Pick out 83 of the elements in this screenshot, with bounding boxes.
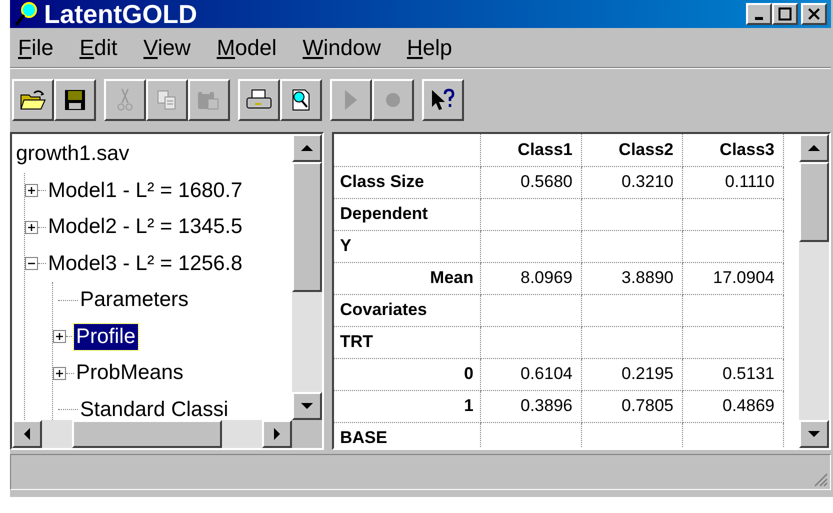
- printer-icon: [246, 88, 272, 110]
- down-arrow-icon: [808, 431, 820, 437]
- menu-item[interactable]: View: [143, 31, 191, 64]
- down-arrow-icon: [301, 403, 313, 409]
- row-header: Class Size: [334, 166, 480, 198]
- tree-item[interactable]: Model3 - L² = 1256.8: [46, 250, 244, 277]
- close-icon: [807, 7, 821, 21]
- row-header: 0: [334, 358, 480, 390]
- toolbar-button[interactable]: [54, 78, 96, 120]
- up-arrow-icon: [808, 145, 820, 151]
- row-header: Dependent: [334, 198, 480, 230]
- scroll-down-button[interactable]: [292, 392, 322, 420]
- vertical-scrollbar[interactable]: [292, 134, 322, 420]
- row-header: Covariates: [334, 294, 480, 326]
- toolbar-button[interactable]: [12, 78, 54, 120]
- help-pointer-icon: [430, 88, 456, 112]
- table-cell: 8.0969: [480, 262, 581, 294]
- copy-icon: [156, 88, 178, 110]
- toolbar-button[interactable]: [280, 78, 322, 120]
- tree-item[interactable]: Parameters: [78, 287, 191, 314]
- column-header: Class1: [480, 134, 581, 166]
- scroll-up-button[interactable]: [799, 134, 829, 162]
- table-cell: 17.0904: [682, 262, 783, 294]
- row-header: 1: [334, 390, 480, 422]
- expand-toggle-icon[interactable]: [53, 366, 66, 380]
- expand-toggle-icon[interactable]: [25, 184, 38, 198]
- toolbar-button[interactable]: [238, 78, 280, 120]
- horizontal-scrollbar[interactable]: [12, 420, 322, 448]
- row-header: Mean: [334, 262, 480, 294]
- toolbar-button[interactable]: [422, 78, 464, 120]
- table-cell: 0.3210: [581, 166, 682, 198]
- table-cell: 0.6104: [480, 358, 581, 390]
- tree-item[interactable]: Model2 - L² = 1345.5: [46, 214, 244, 240]
- scrollbar-corner: [292, 420, 322, 448]
- table-cell: 0.5131: [682, 358, 783, 390]
- table-cell: 0.4869: [682, 390, 783, 422]
- up-arrow-icon: [301, 145, 313, 151]
- scroll-right-button[interactable]: [262, 420, 292, 448]
- table-cell: 0.5680: [480, 166, 581, 198]
- menu-item[interactable]: File: [18, 31, 54, 64]
- menu-item[interactable]: Window: [302, 31, 381, 64]
- tree-item[interactable]: Model1 - L² = 1680.7: [46, 178, 244, 204]
- table-cell: 3.8890: [581, 262, 682, 294]
- left-arrow-icon: [24, 428, 30, 440]
- maximize-icon: [778, 7, 792, 21]
- folder-icon: [20, 88, 46, 110]
- row-header: BASE: [334, 422, 480, 448]
- scroll-left-button[interactable]: [12, 420, 42, 448]
- scroll-thumb[interactable]: [799, 162, 829, 242]
- scissors-icon: [117, 88, 133, 112]
- expand-toggle-icon[interactable]: [25, 220, 38, 234]
- scroll-up-button[interactable]: [292, 134, 322, 162]
- close-button[interactable]: [801, 3, 827, 25]
- column-header: Class2: [581, 134, 682, 166]
- menu-item[interactable]: Edit: [79, 31, 118, 64]
- tree-item[interactable]: ProbMeans: [74, 360, 186, 386]
- row-header: TRT: [334, 326, 480, 358]
- magnifier-icon: [14, 1, 40, 27]
- collapse-toggle-icon[interactable]: [25, 257, 38, 270]
- stop-icon: [385, 92, 401, 108]
- right-arrow-icon: [274, 428, 280, 440]
- tree-item[interactable]: Profile: [74, 324, 138, 350]
- tree-root-item[interactable]: growth1.sav: [14, 141, 132, 168]
- table-cell: 0.3896: [480, 390, 581, 422]
- scroll-thumb[interactable]: [72, 420, 222, 448]
- scroll-down-button[interactable]: [799, 420, 829, 448]
- menu-item[interactable]: Model: [216, 31, 277, 64]
- maximize-button[interactable]: [772, 3, 798, 25]
- column-header: Class3: [682, 134, 783, 166]
- resize-grip-icon: [812, 471, 828, 487]
- scroll-thumb[interactable]: [292, 162, 322, 292]
- minimize-icon: [755, 16, 763, 20]
- table-cell: 0.7805: [581, 390, 682, 422]
- play-icon: [344, 88, 358, 110]
- row-header: Y: [334, 230, 480, 262]
- table-cell: 0.1110: [682, 166, 783, 198]
- menu-item[interactable]: Help: [406, 31, 452, 64]
- minimize-button[interactable]: [746, 3, 772, 25]
- window-title: LatentGOLD: [44, 0, 198, 28]
- table-cell: 0.2195: [581, 358, 682, 390]
- expand-toggle-icon[interactable]: [53, 330, 66, 344]
- tree-item[interactable]: Standard Classi: [78, 396, 230, 420]
- vertical-scrollbar[interactable]: [799, 134, 829, 448]
